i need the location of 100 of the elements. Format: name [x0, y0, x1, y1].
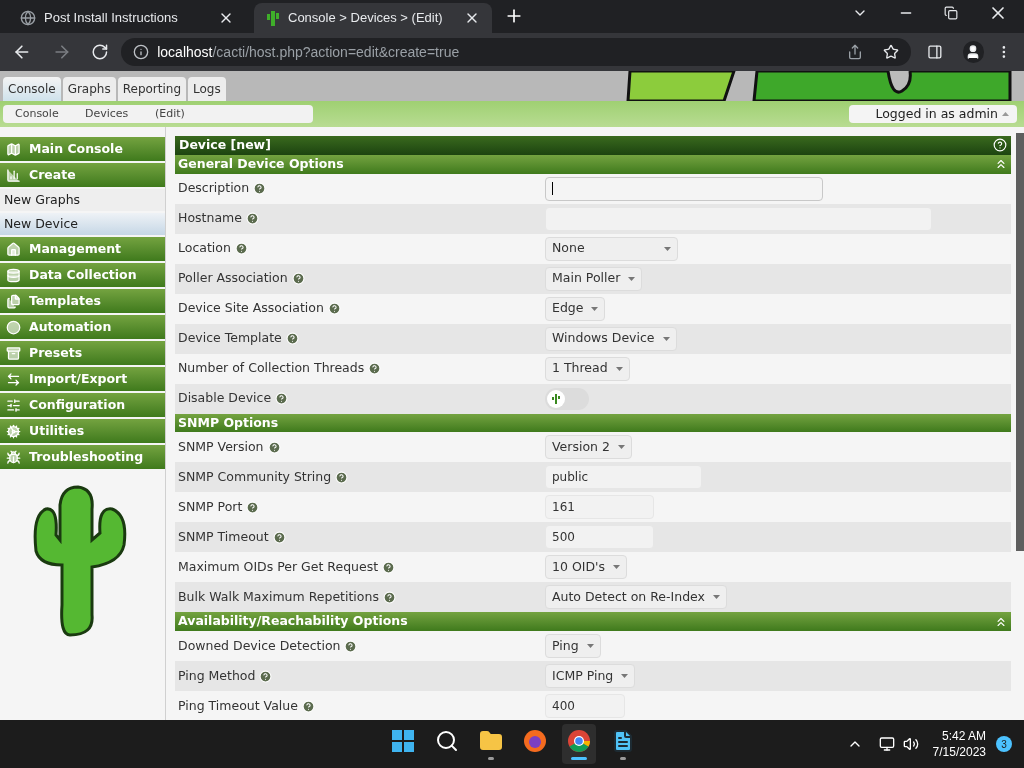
star-icon[interactable]	[882, 44, 899, 60]
url-text: localhost/cacti/host.php?action=edit&create=true	[157, 42, 461, 62]
dropdown[interactable]: ICMP Ping	[545, 664, 636, 688]
chrome-icon[interactable]	[567, 728, 591, 753]
profile-icon[interactable]	[962, 41, 985, 63]
restore-icon[interactable]	[944, 6, 958, 20]
text-field[interactable]	[545, 176, 823, 201]
menu-section-icon	[6, 423, 21, 439]
side-panel-icon[interactable]	[926, 44, 943, 60]
nav-tab[interactable]: Graphs	[62, 77, 116, 101]
sidebar-item[interactable]: New Device	[0, 213, 165, 235]
breadcrumb-link[interactable]: (Edit)	[143, 105, 213, 123]
dropdown[interactable]: Edge	[545, 296, 606, 321]
windows-icon[interactable]	[391, 728, 415, 753]
help-icon[interactable]	[246, 500, 260, 514]
menu-section-icon	[6, 241, 21, 257]
help-icon[interactable]	[234, 242, 248, 255]
field-label: Downed Device Detection	[178, 636, 341, 655]
clock-time[interactable]: 5:42 AM	[941, 728, 986, 744]
browser-tab[interactable]: Post Install Instructions	[8, 3, 246, 33]
scrollbar[interactable]	[1016, 133, 1024, 551]
nav-tab[interactable]: Console	[3, 77, 61, 101]
browser-icon[interactable]	[523, 728, 547, 753]
dropdown[interactable]: Windows Device	[545, 326, 677, 351]
clock-date[interactable]: 7/15/2023	[932, 744, 986, 760]
dropdown[interactable]: Main Poller	[545, 266, 643, 291]
reload-icon[interactable]	[91, 43, 110, 61]
menu-section-icon	[6, 167, 21, 183]
text-field[interactable]: 500	[545, 525, 654, 550]
taskbar-app[interactable]	[562, 724, 596, 764]
field-label: Location	[178, 239, 231, 258]
text-field[interactable]: 400	[545, 694, 625, 718]
sidebar-item[interactable]: New Graphs	[0, 189, 165, 211]
sidebar-header[interactable]: Utilities	[0, 419, 165, 443]
tab-title: Post Install Instructions	[44, 9, 179, 28]
field-label: Maximum OIDs Per Get Request	[178, 557, 379, 576]
text-field[interactable]: 161	[545, 495, 654, 520]
sidebar-header[interactable]: Create	[0, 163, 165, 187]
sidebar-header[interactable]: Troubleshooting	[0, 445, 165, 469]
dropdown[interactable]: Auto Detect on Re-Index	[545, 585, 727, 610]
text-field[interactable]: public	[545, 465, 702, 490]
help-icon[interactable]	[285, 332, 299, 345]
sidebar-header[interactable]: Presets	[0, 341, 165, 365]
field-label: Description	[178, 179, 250, 198]
browser-tab[interactable]: Console > Devices > (Edit)	[254, 3, 492, 33]
notification-badge[interactable]: 3	[996, 736, 1012, 752]
volume-icon[interactable]	[902, 736, 919, 752]
help-icon[interactable]	[382, 560, 396, 574]
field-label: SNMP Timeout	[178, 527, 269, 546]
field-label: Device Template	[178, 329, 282, 348]
sidebar-header[interactable]: Templates	[0, 289, 165, 313]
help-icon[interactable]	[253, 182, 267, 195]
nav-tab[interactable]: Reporting	[117, 77, 187, 101]
dropdown[interactable]: None	[545, 236, 678, 261]
sidebar-header[interactable]: Main Console	[0, 137, 165, 161]
field-label: Poller Association	[178, 269, 288, 288]
user-menu[interactable]: Logged in as admin	[849, 105, 1017, 123]
help-icon[interactable]	[335, 470, 349, 484]
help-icon[interactable]	[259, 669, 273, 683]
notepad-icon[interactable]	[611, 728, 635, 753]
help-icon[interactable]	[275, 392, 289, 405]
field-label: SNMP Community String	[178, 467, 332, 486]
help-icon[interactable]	[245, 212, 259, 225]
search-icon[interactable]	[435, 728, 459, 753]
nav-tab[interactable]: Logs	[188, 77, 226, 101]
help-icon[interactable]	[368, 362, 382, 375]
help-icon[interactable]	[267, 440, 281, 454]
sidebar-header[interactable]: Import/Export	[0, 367, 165, 391]
field-label: Bulk Walk Maximum Repetitions	[178, 587, 379, 606]
breadcrumb-link[interactable]: Devices	[73, 105, 143, 123]
sidebar-header[interactable]: Configuration	[0, 393, 165, 417]
globe-icon	[20, 10, 36, 26]
help-icon[interactable]	[993, 138, 1007, 153]
network-icon[interactable]	[878, 736, 895, 752]
help-icon[interactable]	[272, 530, 286, 544]
form-title: Device [new]	[179, 136, 271, 154]
menu-section-icon	[6, 293, 21, 309]
help-icon[interactable]	[382, 590, 396, 604]
share-icon[interactable]	[846, 44, 863, 60]
dropdown[interactable]: 10 OID's	[545, 555, 627, 580]
menu-section-icon	[6, 371, 21, 387]
breadcrumb-link[interactable]: Console	[3, 105, 73, 123]
dropdown[interactable]: 1 Thread	[545, 356, 630, 381]
dropdown[interactable]: Ping	[545, 634, 601, 658]
sidebar-header[interactable]: Data Collection	[0, 263, 165, 287]
field-label: Disable Device	[178, 389, 272, 408]
caret-icon	[664, 246, 671, 251]
cactus-icon	[266, 10, 280, 26]
help-icon[interactable]	[291, 272, 305, 285]
sidebar-header[interactable]: Automation	[0, 315, 165, 339]
help-icon[interactable]	[344, 639, 358, 653]
toggle-switch[interactable]	[545, 387, 589, 410]
dropdown[interactable]: Version 2	[545, 435, 632, 460]
field-label: Ping Method	[178, 666, 256, 685]
caret-icon	[628, 276, 636, 281]
address-bar[interactable]: localhost/cacti/host.php?action=edit&create=true	[121, 38, 911, 66]
folder-icon[interactable]	[479, 728, 503, 753]
help-icon[interactable]	[301, 699, 315, 713]
sidebar-header[interactable]: Management	[0, 237, 165, 261]
help-icon[interactable]	[327, 302, 341, 315]
